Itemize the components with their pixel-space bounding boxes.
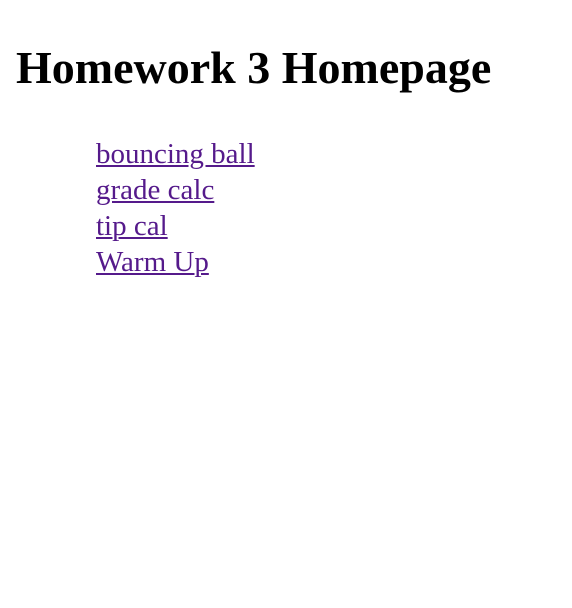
- homework-link-list: bouncing ball grade calc tip cal Warm Up: [96, 136, 255, 280]
- page-title: Homework 3 Homepage: [16, 42, 492, 93]
- list-item: Warm Up: [96, 244, 255, 280]
- list-item: grade calc: [96, 172, 255, 208]
- warm-up-link[interactable]: Warm Up: [96, 246, 209, 278]
- tip-cal-link[interactable]: tip cal: [96, 210, 168, 242]
- grade-calc-link[interactable]: grade calc: [96, 174, 214, 206]
- list-item: tip cal: [96, 208, 255, 244]
- bouncing-ball-link[interactable]: bouncing ball: [96, 138, 255, 170]
- list-item: bouncing ball: [96, 136, 255, 172]
- page: Homework 3 Homepage bouncing ball grade …: [0, 0, 572, 608]
